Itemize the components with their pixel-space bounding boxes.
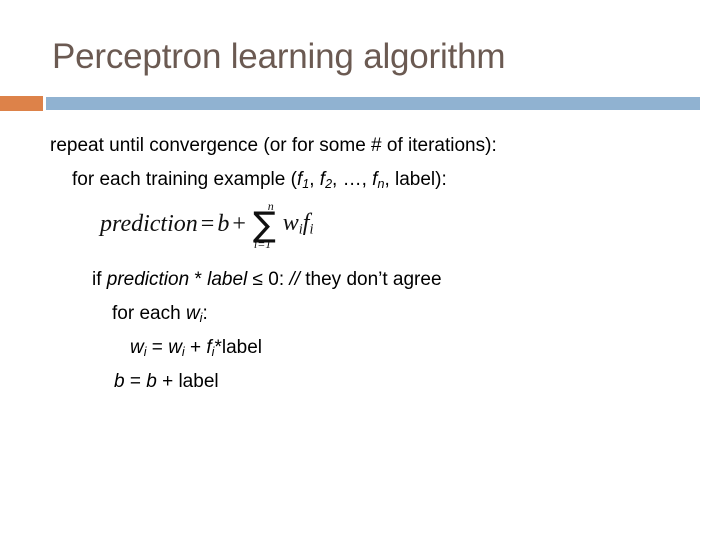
pseudocode-line-weight-update: wi = wi + fi*label (130, 336, 262, 360)
equation-weight-symbol: w (282, 210, 299, 237)
pseudocode-line-bias-update: b = b + label (114, 370, 219, 394)
weight-update-equals: = (146, 337, 169, 358)
weight-update-rhs-symbol: w (168, 337, 182, 358)
summation-lower-limit: i=1 (253, 237, 272, 251)
comment-text: they don’t agree (299, 269, 442, 290)
slide-body: repeat until convergence (or for some # … (0, 0, 720, 540)
if-comparison: ≤ 0: (247, 269, 290, 290)
equation-lhs: prediction (100, 211, 198, 237)
summation-operator: n ∑ i=1 (252, 200, 276, 251)
weight-symbol: w (185, 303, 200, 324)
equation-feature-subscript: i (309, 221, 314, 238)
if-keyword: if (92, 269, 107, 290)
foreach-weight-prefix: for each (112, 303, 186, 324)
pseudocode-line-foreach-example: for each training example (f1, f2, …, fn… (72, 168, 447, 192)
sigma-icon: ∑ (252, 205, 276, 245)
bias-update-equals: = (124, 371, 147, 392)
if-multiply-operator: * (189, 269, 208, 290)
foreach-example-prefix: for each training example ( (72, 169, 297, 190)
bias-update-tail: + label (156, 371, 219, 392)
pseudocode-line-repeat-text: repeat until convergence (or for some # … (50, 135, 497, 156)
pseudocode-line-repeat: repeat until convergence (or for some # … (50, 134, 497, 158)
bias-update-lhs-symbol: b (114, 371, 125, 392)
equation-weight-term: wi (283, 210, 303, 239)
if-label-operand: label (207, 269, 248, 290)
equation-plus-sign: + (232, 211, 246, 237)
equation-equals-sign: = (200, 211, 215, 237)
weight-update-tail: *label (214, 337, 262, 358)
foreach-example-suffix: , label): (384, 169, 447, 190)
feature-ellipsis: , …, (332, 169, 373, 190)
equation-feature-term: fi (303, 210, 314, 239)
prediction-equation: prediction = b + n ∑ i=1 wi fi (100, 200, 314, 251)
slide-canvas: Perceptron learning algorithm repeat unt… (0, 0, 720, 540)
pseudocode-line-foreach-weight: for each wi: (112, 302, 208, 326)
bias-update-rhs-symbol: b (146, 371, 157, 392)
comment-marker: // (289, 269, 300, 290)
feature-separator-1: , (309, 169, 320, 190)
equation-bias-term: b (217, 211, 230, 237)
weight-update-plus: + (184, 337, 207, 358)
if-prediction-operand: prediction (106, 269, 190, 290)
feature-subscript-2: 2 (325, 176, 333, 191)
weight-update-lhs-symbol: w (130, 337, 144, 358)
pseudocode-line-if-condition: if prediction * label ≤ 0: // they don’t… (92, 268, 442, 292)
foreach-weight-suffix: : (202, 303, 208, 324)
